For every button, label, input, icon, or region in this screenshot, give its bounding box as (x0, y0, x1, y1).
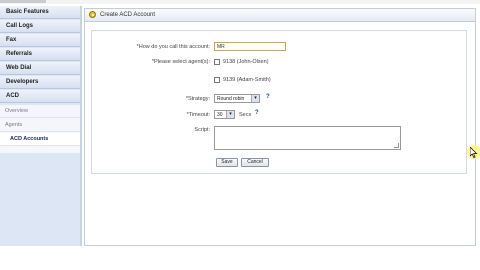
sidebar-item-basic-features[interactable]: Basic Features (0, 6, 80, 19)
account-form: *How do you call this account: MR *Pleas… (91, 30, 467, 174)
sidebar: Basic Features Call Logs Fax Referrals W… (0, 6, 82, 246)
help-icon[interactable]: ? (255, 110, 259, 116)
account-name-input[interactable]: MR (214, 42, 286, 51)
timeout-unit: Secs (239, 112, 252, 118)
submenu-item-overview[interactable]: Overview (0, 105, 80, 118)
resize-grip-icon[interactable] (394, 143, 399, 148)
sidebar-item-web-dial[interactable]: Web Dial (0, 62, 80, 75)
create-acd-account-panel: Create ACD Account *How do you call this… (84, 8, 476, 246)
panel-title: Create ACD Account (100, 12, 156, 18)
panel-header: Create ACD Account (85, 9, 475, 22)
agent-checkbox-9138[interactable] (214, 59, 220, 65)
agent-label-9139: 9139 (Adam-Smith) (223, 77, 271, 83)
submenu-item-label: ACD Accounts (10, 136, 49, 142)
timeout-select[interactable]: 30 ▾ (214, 110, 235, 119)
save-button[interactable]: Save (216, 158, 238, 167)
agent-label-9138: 9138 (John-Olsen) (223, 59, 269, 65)
agents-label: *Please select agent(s): (151, 59, 210, 65)
timeout-label: *Timeout: (186, 112, 210, 118)
top-strip-stub (0, 0, 46, 3)
sidebar-item-label: ACD (6, 93, 19, 99)
agent-checkbox-9139[interactable] (214, 77, 220, 83)
timeout-value: 30 (217, 112, 223, 118)
sidebar-item-acd[interactable]: ACD (0, 90, 80, 103)
cancel-button[interactable]: Cancel (241, 158, 269, 167)
account-name-label: *How do you call this account: (136, 44, 210, 50)
strategy-value: Round robin (217, 96, 245, 102)
mouse-cursor-icon (467, 145, 480, 159)
help-icon[interactable]: ? (266, 94, 270, 100)
script-textarea[interactable] (214, 126, 401, 150)
sidebar-item-developers[interactable]: Developers (0, 76, 80, 89)
sidebar-item-fax[interactable]: Fax (0, 34, 80, 47)
submenu-item-acd-accounts[interactable]: ACD Accounts (0, 133, 80, 146)
sidebar-item-label: Fax (6, 37, 17, 43)
submenu-item-label: Overview (5, 108, 28, 114)
sidebar-item-referrals[interactable]: Referrals (0, 48, 80, 61)
top-strip (0, 0, 480, 4)
chevron-down-icon: ▾ (226, 111, 234, 118)
sidebar-item-label: Referrals (6, 51, 33, 57)
app-logo-icon (89, 11, 96, 18)
strategy-select[interactable]: Round robin ▾ (214, 94, 260, 103)
sidebar-item-label: Basic Features (6, 9, 49, 15)
sidebar-item-label: Web Dial (6, 65, 32, 71)
submenu-item-agents[interactable]: Agents (0, 119, 80, 132)
submenu-item-label: Agents (5, 122, 23, 128)
chevron-down-icon: ▾ (251, 95, 259, 102)
sidebar-item-label: Developers (6, 79, 39, 85)
strategy-label: *Strategy: (185, 96, 210, 102)
script-label: Script: (194, 127, 210, 133)
sidebar-item-call-logs[interactable]: Call Logs (0, 20, 80, 33)
acd-submenu: Overview Agents ACD Accounts (0, 105, 80, 153)
sidebar-item-label: Call Logs (6, 23, 34, 29)
